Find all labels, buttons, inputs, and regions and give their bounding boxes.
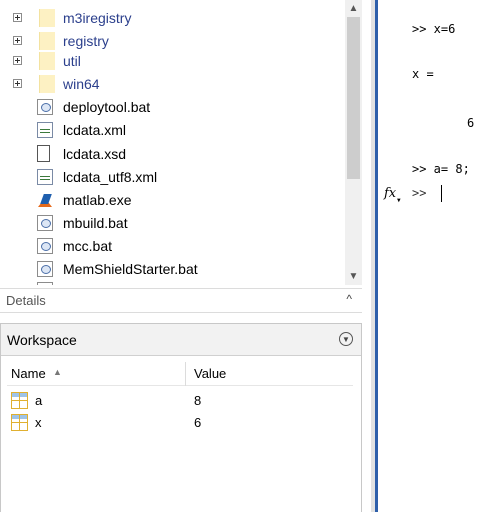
file-row[interactable]: MemShieldStarter.bat [0,258,345,279]
file-row[interactable]: lcdata.xsd [0,143,345,164]
workspace-panel: Workspace ▼ Name ▲ Value a 8 x 6 [0,323,362,512]
command-line: >> x=6 [412,22,456,36]
bat-file-icon [37,98,53,115]
folder-row[interactable]: registry [0,30,345,51]
file-row[interactable]: mbuild.bat [0,212,345,233]
folder-icon [39,74,55,93]
column-header-name[interactable]: Name [11,366,46,381]
text-cursor [441,185,442,202]
bat-file-icon [37,214,53,231]
file-row[interactable] [0,279,345,285]
variable-value: 8 [194,393,202,408]
folder-icon [39,8,55,27]
dropdown-caret-icon[interactable]: ▼ [397,197,401,204]
command-prompt[interactable]: >> [412,186,426,200]
expand-icon[interactable] [13,79,22,88]
xml-file-icon [37,168,53,185]
vertical-scrollbar[interactable]: ▲ ▼ [345,0,362,285]
expand-icon[interactable] [13,36,22,45]
current-folder-browser[interactable]: m3iregistry registry util win64 deployto… [0,0,371,285]
folder-row[interactable]: win64 [0,73,345,94]
file-label: deploytool.bat [63,98,151,115]
table-row[interactable]: a 8 [7,391,353,411]
command-window[interactable]: >> x=6 x = 6 >> a= 8; fx ▼ >> [378,0,494,512]
output-line: x = [412,67,434,81]
folder-icon [39,51,55,70]
file-label: mbuild.bat [63,214,128,231]
column-divider[interactable] [185,362,186,386]
expand-icon[interactable] [13,56,22,65]
file-label: MemShieldStarter.bat [63,260,198,277]
output-value: 6 [467,116,475,130]
variable-name: a [35,393,43,408]
details-title: Details [6,293,46,308]
xml-file-icon [37,121,53,138]
sort-ascending-icon[interactable]: ▲ [53,367,62,377]
panel-actions-menu-icon[interactable]: ▼ [339,332,353,346]
file-row[interactable]: mcc.bat [0,235,345,256]
left-panel: m3iregistry registry util win64 deployto… [0,0,371,512]
folder-icon [39,31,55,50]
file-label: lcdata.xsd [63,145,127,162]
chevron-up-icon[interactable]: ^ [346,292,352,306]
file-label: matlab.exe [63,191,132,208]
workspace-table-header: Name ▲ Value [7,362,353,386]
file-label: mcc.bat [63,237,113,254]
file-row[interactable]: lcdata.xml [0,119,345,140]
workspace-header: Workspace ▼ [1,324,361,356]
scrollbar-thumb[interactable] [347,17,360,179]
column-header-value[interactable]: Value [194,366,226,381]
file-row[interactable]: matlab.exe [0,189,345,210]
folder-label: registry [63,32,109,49]
expand-icon[interactable] [13,13,22,22]
variable-name: x [35,415,42,430]
bat-file-icon [37,237,53,254]
bat-file-icon [37,260,53,277]
workspace-title: Workspace [7,332,77,348]
folder-row[interactable]: util [0,50,345,71]
blank-file-icon [37,145,50,162]
bat-file-icon [37,281,53,285]
file-label: lcdata.xml [63,121,127,138]
matlab-logo-icon [37,192,53,208]
variable-value: 6 [194,415,202,430]
variable-matrix-icon [11,392,28,409]
scroll-up-arrow-icon[interactable]: ▲ [345,0,362,17]
scroll-down-arrow-icon[interactable]: ▼ [345,268,362,285]
function-browser-fx-icon[interactable]: fx [384,186,396,201]
folder-label: m3iregistry [63,9,132,26]
folder-label: util [63,52,81,69]
command-line: >> a= 8; [412,162,470,176]
table-row[interactable]: x 6 [7,413,353,433]
file-label: lcdata_utf8.xml [63,168,158,185]
details-panel-header[interactable]: Details ^ [0,288,362,313]
folder-label: win64 [63,75,100,92]
folder-row[interactable]: m3iregistry [0,7,345,28]
file-row[interactable]: lcdata_utf8.xml [0,166,345,187]
variable-matrix-icon [11,414,28,431]
file-row[interactable]: deploytool.bat [0,96,345,117]
